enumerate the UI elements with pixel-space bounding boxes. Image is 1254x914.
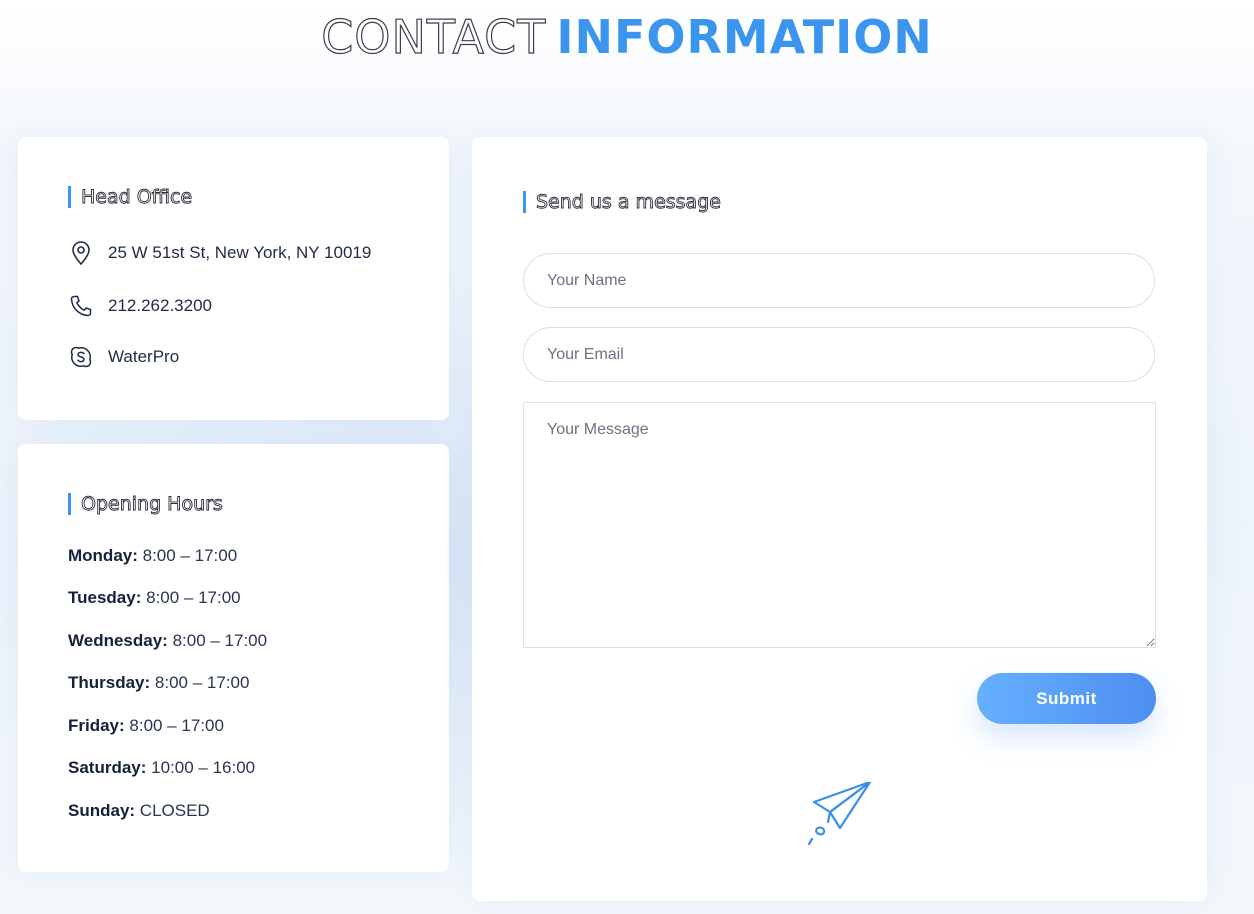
day-hours: 8:00 – 17:00 — [154, 673, 250, 692]
name-input[interactable] — [523, 253, 1155, 308]
hours-row-tuesday: Tuesday: 8:00 – 17:00 — [68, 588, 241, 608]
skype-row: WaterPro — [68, 344, 179, 370]
message-form-card: Send us a message Submit — [472, 137, 1207, 901]
address-row: 25 W 51st St, New York, NY 10019 — [68, 240, 371, 266]
day-hours: 8:00 – 17:00 — [172, 631, 268, 650]
day-label: Thursday: — [68, 673, 151, 692]
phone-text: 212.262.3200 — [108, 296, 212, 315]
day-label: Friday: — [68, 716, 125, 735]
hours-row-saturday: Saturday: 10:00 – 16:00 — [68, 758, 255, 778]
day-hours: 8:00 – 17:00 — [142, 546, 238, 565]
day-label: Wednesday: — [68, 631, 168, 650]
address-text: 25 W 51st St, New York, NY 10019 — [108, 243, 372, 262]
form-title: Send us a message — [523, 191, 721, 213]
opening-hours-card: Opening Hours Monday: 8:00 – 17:00 Tuesd… — [18, 444, 449, 872]
heading-information: INFORMATION — [556, 10, 933, 64]
day-hours: CLOSED — [139, 801, 210, 820]
day-label: Sunday: — [68, 801, 136, 820]
heading-contact: CONTACT — [321, 9, 547, 64]
map-pin-icon — [68, 240, 94, 266]
day-label: Tuesday: — [68, 588, 142, 607]
message-textarea[interactable] — [523, 402, 1156, 648]
hours-row-wednesday: Wednesday: 8:00 – 17:00 — [68, 631, 267, 651]
head-office-card: Head Office 25 W 51st St, New York, NY 1… — [18, 137, 449, 420]
skype-icon — [68, 344, 94, 370]
phone-icon — [68, 293, 94, 319]
day-hours: 10:00 – 16:00 — [151, 758, 256, 777]
skype-text: WaterPro — [108, 347, 180, 366]
submit-button[interactable]: Submit — [977, 673, 1156, 724]
hours-row-friday: Friday: 8:00 – 17:00 — [68, 716, 224, 736]
day-hours: 8:00 – 17:00 — [146, 588, 241, 607]
hours-row-monday: Monday: 8:00 – 17:00 — [68, 546, 237, 566]
paper-plane-icon — [806, 780, 876, 857]
hours-row-sunday: Sunday: CLOSED — [68, 801, 210, 821]
hours-row-thursday: Thursday: 8:00 – 17:00 — [68, 673, 249, 693]
day-label: Monday: — [68, 546, 138, 565]
page-heading: CONTACT INFORMATION — [0, 8, 1254, 66]
head-office-title: Head Office — [68, 186, 193, 208]
day-label: Saturday: — [68, 758, 147, 777]
phone-row: 212.262.3200 — [68, 293, 212, 319]
day-hours: 8:00 – 17:00 — [129, 716, 224, 735]
opening-hours-title: Opening Hours — [68, 493, 223, 515]
email-input[interactable] — [523, 327, 1155, 382]
